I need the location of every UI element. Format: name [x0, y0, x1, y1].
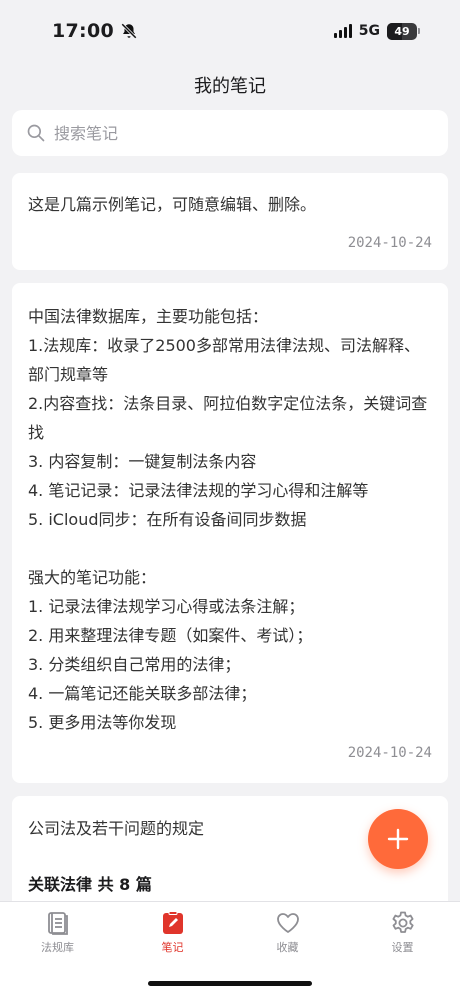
- plus-icon: [387, 828, 409, 850]
- note-date: 2024-10-24: [347, 235, 432, 251]
- search-bar[interactable]: [12, 110, 448, 156]
- signal-icon: [333, 24, 352, 38]
- tab-settings[interactable]: 设置: [363, 910, 443, 997]
- note-content: 这是几篇示例笔记，可随意编辑、删除。: [28, 195, 317, 214]
- tab-label: 设置: [391, 941, 414, 954]
- search-input[interactable]: [54, 123, 434, 143]
- tab-label: 收藏: [276, 941, 299, 954]
- status-right: 5G 49: [333, 22, 420, 40]
- bell-off-icon: [121, 23, 137, 39]
- tab-label: 笔记: [161, 941, 184, 954]
- note-card[interactable]: 这是几篇示例笔记，可随意编辑、删除。 2024-10-24: [12, 173, 448, 270]
- heart-icon: [276, 913, 299, 933]
- book-list-icon: [47, 912, 68, 935]
- tab-law-library[interactable]: 法规库: [18, 910, 98, 997]
- battery-icon: 49: [387, 22, 420, 40]
- status-left: 17:00: [52, 20, 138, 42]
- add-note-button[interactable]: [368, 809, 428, 869]
- battery-level: 49: [394, 24, 410, 38]
- note-card[interactable]: 中国法律数据库，主要功能包括： 1.法规库：收录了2500多部常用法律法规、司法…: [12, 283, 448, 783]
- search-icon: [27, 124, 45, 142]
- related-laws-count: 关联法律 共 8 篇: [28, 875, 152, 894]
- page-title: 我的笔记: [194, 76, 266, 97]
- status-time: 17:00: [52, 20, 114, 42]
- note-content: 中国法律数据库，主要功能包括： 1.法规库：收录了2500多部常用法律法规、司法…: [28, 307, 428, 732]
- note-date: 2024-10-24: [347, 745, 432, 761]
- home-indicator: [148, 981, 312, 986]
- status-bar: 17:00 5G 49: [0, 0, 460, 62]
- gear-icon: [392, 911, 414, 933]
- tab-label: 法规库: [41, 941, 74, 954]
- note-edit-icon: [162, 911, 183, 934]
- network-type: 5G: [358, 23, 380, 39]
